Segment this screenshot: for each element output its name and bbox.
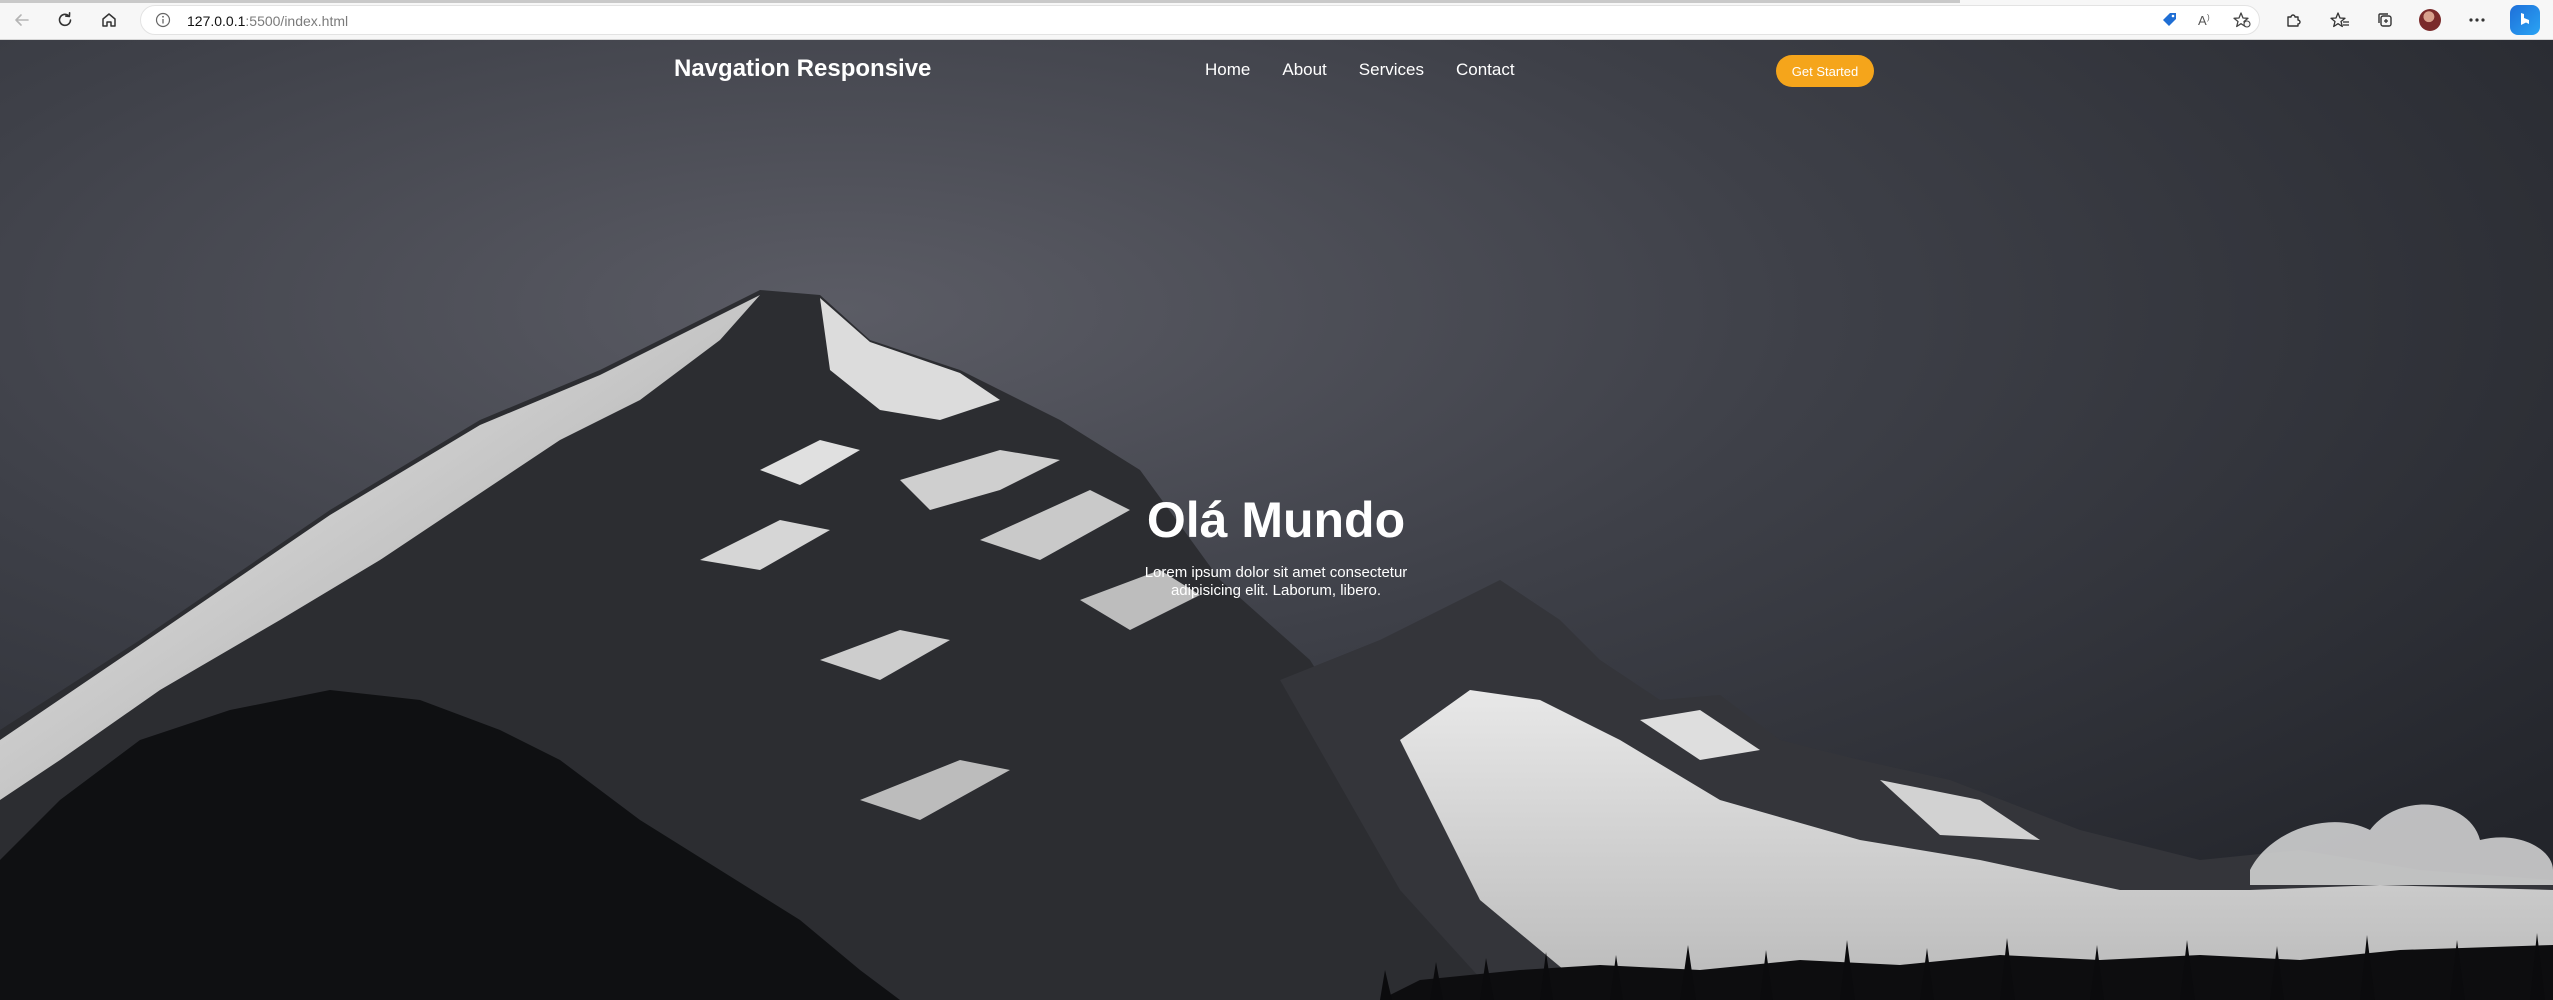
page-load-progress [0, 0, 1960, 3]
hero-title: Olá Mundo [1146, 492, 1406, 548]
more-icon[interactable] [2464, 7, 2490, 33]
address-bar[interactable]: 127.0.0.1:5500/index.html [140, 5, 2260, 35]
svg-text:A: A [2198, 13, 2207, 28]
reload-icon[interactable] [52, 7, 78, 33]
favorite-add-icon[interactable] [2229, 7, 2255, 33]
url-path: :5500/index.html [245, 13, 349, 29]
nav-link-home[interactable]: Home [1205, 60, 1250, 80]
page-viewport: Navgation Responsive Home About Services… [0, 40, 2553, 1000]
site-header: Navgation Responsive Home About Services… [0, 40, 2553, 102]
tag-icon[interactable] [2157, 7, 2183, 33]
read-aloud-icon[interactable]: A) [2193, 7, 2219, 33]
nav-link-services[interactable]: Services [1359, 60, 1424, 80]
site-info-icon[interactable] [154, 11, 172, 29]
svg-text:): ) [2207, 13, 2210, 22]
copilot-icon[interactable] [2510, 5, 2540, 35]
browser-toolbar: 127.0.0.1:5500/index.html A) [0, 0, 2553, 40]
nav-link-about[interactable]: About [1282, 60, 1326, 80]
get-started-button[interactable]: Get Started [1776, 55, 1874, 87]
copilot-button [2510, 5, 2540, 35]
main-nav: Home About Services Contact [1205, 60, 1515, 80]
avatar [2419, 9, 2441, 31]
favorites-icon[interactable] [2327, 7, 2353, 33]
nav-link-contact[interactable]: Contact [1456, 60, 1515, 80]
hero-section: Olá Mundo Lorem ipsum dolor sit amet con… [1076, 492, 1476, 600]
url-host: 127.0.0.1 [187, 13, 246, 29]
url-text[interactable]: 127.0.0.1:5500/index.html [187, 13, 348, 29]
site-logo[interactable]: Navgation Responsive [674, 55, 931, 83]
extensions-icon[interactable] [2280, 7, 2306, 33]
collections-icon[interactable] [2372, 7, 2398, 33]
home-icon[interactable] [96, 7, 122, 33]
profile-avatar[interactable] [2417, 7, 2443, 33]
back-icon[interactable] [9, 7, 35, 33]
hero-description: Lorem ipsum dolor sit amet consectetur a… [1144, 563, 1408, 599]
